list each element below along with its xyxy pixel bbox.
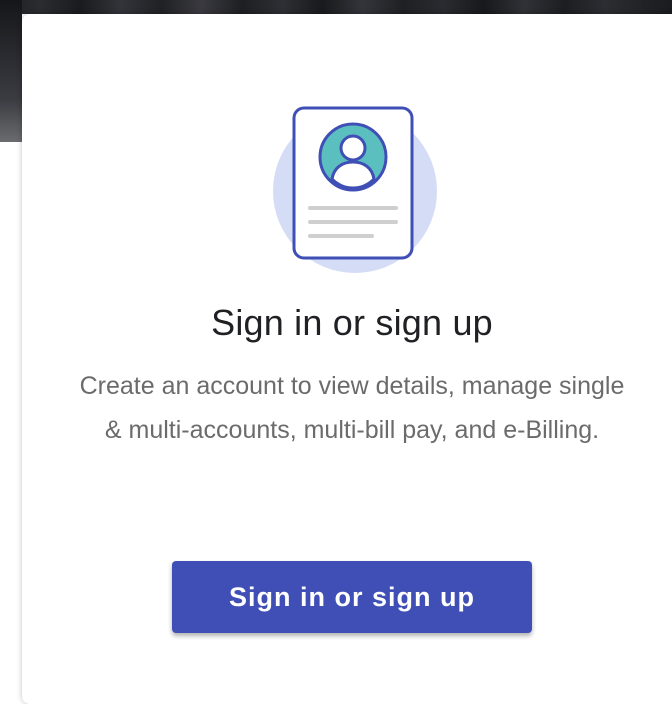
background-strip	[0, 0, 672, 14]
dialog-title: Sign in or sign up	[211, 302, 493, 343]
dialog-description: Create an account to view details, manag…	[79, 372, 625, 444]
account-document-icon	[273, 106, 437, 273]
sign-in-dialog: Sign in or sign up Create an account to …	[22, 14, 672, 704]
sign-in-sign-up-button[interactable]: Sign in or sign up	[172, 561, 532, 633]
background-edge	[0, 0, 22, 142]
